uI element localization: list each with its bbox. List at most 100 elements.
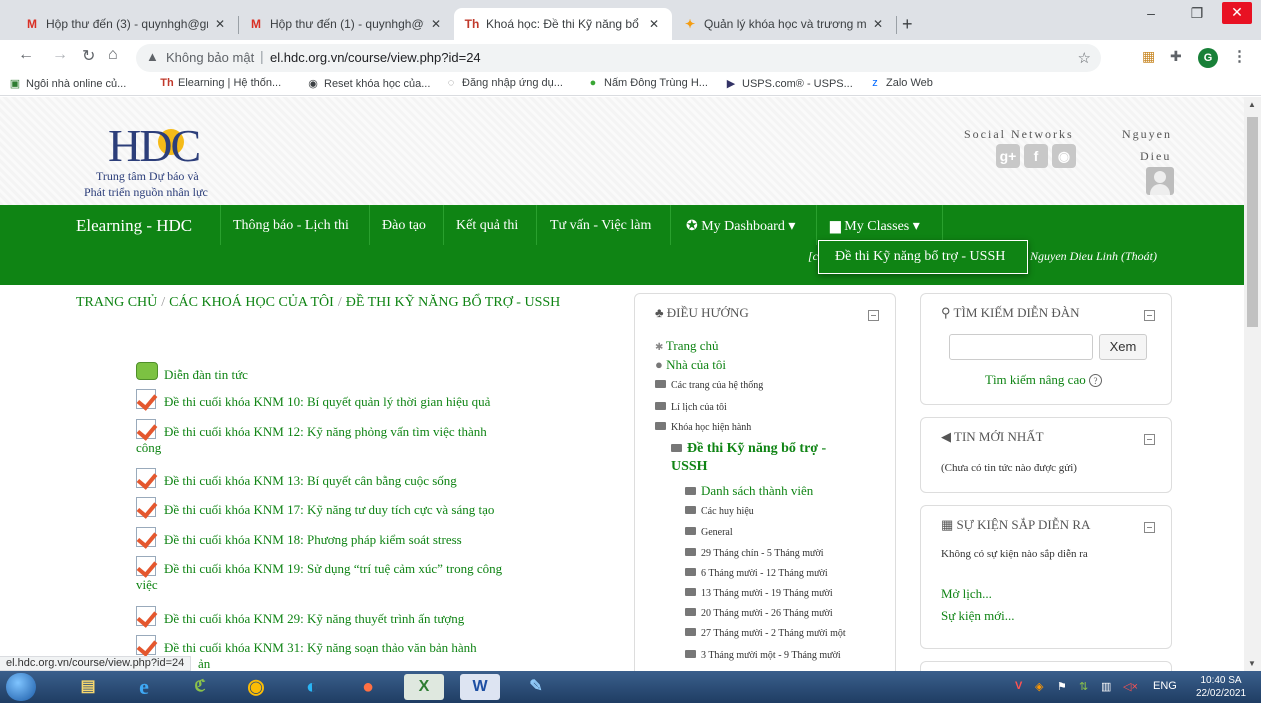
activity-forum[interactable]: Diễn đàn tin tức xyxy=(136,362,556,384)
bookmark-item[interactable]: ◌ Đăng nhập ứng dụ... xyxy=(444,77,563,89)
paint-icon[interactable]: ✎ xyxy=(516,674,556,700)
activity-quiz[interactable]: Đề thi cuối khóa KNM 17: Kỹ năng tư duy … xyxy=(136,497,556,519)
facebook-icon[interactable]: f xyxy=(1024,144,1048,168)
tab-gmail-1[interactable]: M Hộp thư đến (3) - quynhgh@gm ✕ xyxy=(14,8,238,40)
tab-gmail-2[interactable]: M Hộp thư đến (1) - quynhgh@vnu ✕ xyxy=(238,8,454,40)
home-icon[interactable]: ⌂ xyxy=(108,46,118,64)
security-label[interactable]: Không bảo mật xyxy=(166,50,254,65)
collapse-icon[interactable] xyxy=(868,310,879,321)
nav-tree-site-pages[interactable]: Các trang của hệ thống xyxy=(655,380,763,391)
nav-item-announcements[interactable]: Thông báo - Lịch thi xyxy=(233,218,349,234)
address-bar[interactable]: ▲ Không bảo mật | el.hdc.org.vn/course/v… xyxy=(136,44,1101,72)
url-text[interactable]: el.hdc.org.vn/course/view.php?id=24 xyxy=(270,50,481,65)
profile-avatar[interactable]: G xyxy=(1198,48,1218,68)
bookmark-item[interactable]: ● Nấm Đông Trùng H... xyxy=(586,77,708,89)
activity-quiz[interactable]: Đề thi cuối khóa KNM 13: Bí quyết cân bằ… xyxy=(136,468,556,490)
activity-quiz[interactable]: Đề thi cuối khóa KNM 29: Kỹ năng thuyết … xyxy=(136,606,556,628)
firefox-icon[interactable]: ● xyxy=(348,674,388,700)
nav-item-results[interactable]: Kết quả thi xyxy=(456,218,518,234)
nav-tree-week[interactable]: 6 Tháng mười - 12 Tháng mười xyxy=(685,568,828,579)
file-explorer-icon[interactable]: ▤ xyxy=(68,674,108,700)
excel-icon[interactable]: X xyxy=(404,674,444,700)
user-first-name[interactable]: Nguyen xyxy=(1122,127,1172,142)
site-logo[interactable]: HDC xyxy=(108,119,201,172)
tray-antivirus-icon[interactable]: V xyxy=(1015,680,1022,692)
tray-language[interactable]: ENG xyxy=(1153,680,1177,692)
google-plus-icon[interactable]: g+ xyxy=(996,144,1020,168)
user-last-name[interactable]: Dieu xyxy=(1140,149,1171,164)
advanced-search-link[interactable]: Tìm kiếm nâng cao ? xyxy=(985,372,1102,388)
activity-quiz[interactable]: Đề thi cuối khóa KNM 10: Bí quyết quản l… xyxy=(136,389,556,411)
scroll-down-icon[interactable]: ▼ xyxy=(1248,659,1256,668)
taskbar-clock[interactable]: 10:40 SA 22/02/2021 xyxy=(1196,674,1246,700)
breadcrumb-course[interactable]: ĐỀ THI KỸ NĂNG BỔ TRỢ - USSH xyxy=(346,295,561,310)
close-icon[interactable]: ✕ xyxy=(212,17,228,31)
tray-volume-muted-icon[interactable]: ◁× xyxy=(1123,680,1138,693)
nav-tree-current-course[interactable]: Đề thi Kỹ năng bổ trợ - xyxy=(671,441,826,457)
nav-tree-my-home[interactable]: ● Nhà của tôi xyxy=(655,357,726,373)
reload-icon[interactable]: ↻ xyxy=(82,46,95,66)
nav-tree-week[interactable]: 13 Tháng mười - 19 Tháng mười xyxy=(685,588,833,599)
nav-tree-profile[interactable]: Lí lịch của tôi xyxy=(655,402,727,413)
dropdown-item-course[interactable]: Đề thi Kỹ năng bổ trợ - USSH xyxy=(835,249,1005,265)
restore-icon[interactable]: ❐ xyxy=(1174,0,1220,28)
menu-kebab-icon[interactable]: ⋮ xyxy=(1232,47,1247,65)
new-event-link[interactable]: Sự kiện mới... xyxy=(941,608,1015,624)
activity-quiz-continued[interactable]: việc xyxy=(136,575,556,594)
nav-item-training[interactable]: Đào tạo xyxy=(382,218,426,234)
calendar-extension-icon[interactable]: ▦ xyxy=(1142,48,1155,65)
bookmark-item[interactable]: ◉ Reset khóa học của... xyxy=(306,77,430,90)
bookmark-item[interactable]: ▶ USPS.com® - USPS... xyxy=(724,77,853,90)
close-icon[interactable]: ✕ xyxy=(646,17,662,31)
collapse-icon[interactable] xyxy=(1144,310,1155,321)
forum-search-button[interactable]: Xem xyxy=(1099,334,1147,360)
nav-brand[interactable]: Elearning - HDC xyxy=(76,216,192,236)
user-avatar[interactable] xyxy=(1146,167,1174,195)
logged-in-user[interactable]: Nguyen Dieu Linh (Thoát) xyxy=(1030,249,1157,264)
breadcrumb-my-courses[interactable]: CÁC KHOÁ HỌC CỦA TÔI xyxy=(169,295,334,310)
close-icon[interactable]: ✕ xyxy=(428,17,444,31)
coc-coc-icon[interactable]: ℭ xyxy=(180,674,220,700)
nav-tree-week[interactable]: 3 Tháng mười một - 9 Tháng mười xyxy=(685,650,841,661)
open-calendar-link[interactable]: Mở lịch... xyxy=(941,586,992,602)
tab-elearning-course[interactable]: Th Khoá học: Đề thi Kỹ năng bổ trợ ✕ xyxy=(454,8,672,40)
page-scrollbar[interactable]: ▲ ▼ xyxy=(1244,97,1261,671)
minimize-icon[interactable]: – xyxy=(1128,0,1174,28)
bookmark-item[interactable]: z Zalo Web xyxy=(868,77,933,89)
chrome-icon[interactable]: ◉ xyxy=(236,674,276,700)
new-tab-button[interactable]: + xyxy=(902,14,913,35)
nav-tree-week[interactable]: 27 Tháng mười - 2 Tháng mười một xyxy=(685,628,846,639)
forum-search-input[interactable] xyxy=(949,334,1093,360)
bookmark-item[interactable]: ▣ Ngôi nhà online củ... xyxy=(8,77,127,90)
word-icon[interactable]: W xyxy=(460,674,500,700)
activity-quiz[interactable]: Đề thi cuối khóa KNM 18: Phương pháp kiể… xyxy=(136,527,556,549)
tray-shield-icon[interactable]: ◈ xyxy=(1035,680,1043,693)
breadcrumb-home[interactable]: TRANG CHỦ xyxy=(76,295,157,310)
internet-explorer-icon[interactable]: e xyxy=(124,674,164,700)
nav-tree-week[interactable]: 29 Tháng chín - 5 Tháng mười xyxy=(685,548,824,559)
tray-network-sync-icon[interactable]: ⇅ xyxy=(1079,680,1088,693)
star-icon[interactable]: ☆ xyxy=(1078,49,1091,67)
nav-item-dashboard[interactable]: ✪ My Dashboard ▾ xyxy=(686,218,795,235)
start-button[interactable] xyxy=(6,673,36,701)
nav-tree-home[interactable]: ✱ Trang chủ xyxy=(655,338,719,354)
help-icon[interactable]: ? xyxy=(1088,374,1102,387)
nav-tree-general[interactable]: General xyxy=(685,527,733,538)
nav-item-career[interactable]: Tư vấn - Việc làm xyxy=(550,218,651,234)
activity-quiz-continued[interactable]: công xyxy=(136,438,556,457)
close-icon[interactable]: ✕ xyxy=(870,17,886,31)
nav-tree-current-courses[interactable]: Khóa học hiện hành xyxy=(655,422,751,433)
nav-item-my-classes[interactable]: ▆ My Classes ▾ xyxy=(830,218,920,235)
activity-quiz-continued[interactable]: ản xyxy=(198,654,618,671)
back-icon[interactable]: ← xyxy=(18,46,34,64)
close-window-icon[interactable]: ✕ xyxy=(1222,2,1252,24)
bookmark-item[interactable]: Th Elearning | Hệ thốn... xyxy=(160,77,281,89)
tray-network-icon[interactable]: ▥ xyxy=(1101,680,1111,693)
tab-course-management[interactable]: ✦ Quản lý khóa học và trương mục ✕ xyxy=(672,8,896,40)
forward-icon[interactable]: → xyxy=(52,46,68,64)
scroll-thumb[interactable] xyxy=(1247,117,1258,327)
nav-tree-week[interactable]: 20 Tháng mười - 26 Tháng mười xyxy=(685,608,833,619)
globe-icon[interactable]: ◉ xyxy=(1052,144,1076,168)
collapse-icon[interactable] xyxy=(1144,522,1155,533)
nav-tree-badges[interactable]: Các huy hiệu xyxy=(685,506,754,517)
